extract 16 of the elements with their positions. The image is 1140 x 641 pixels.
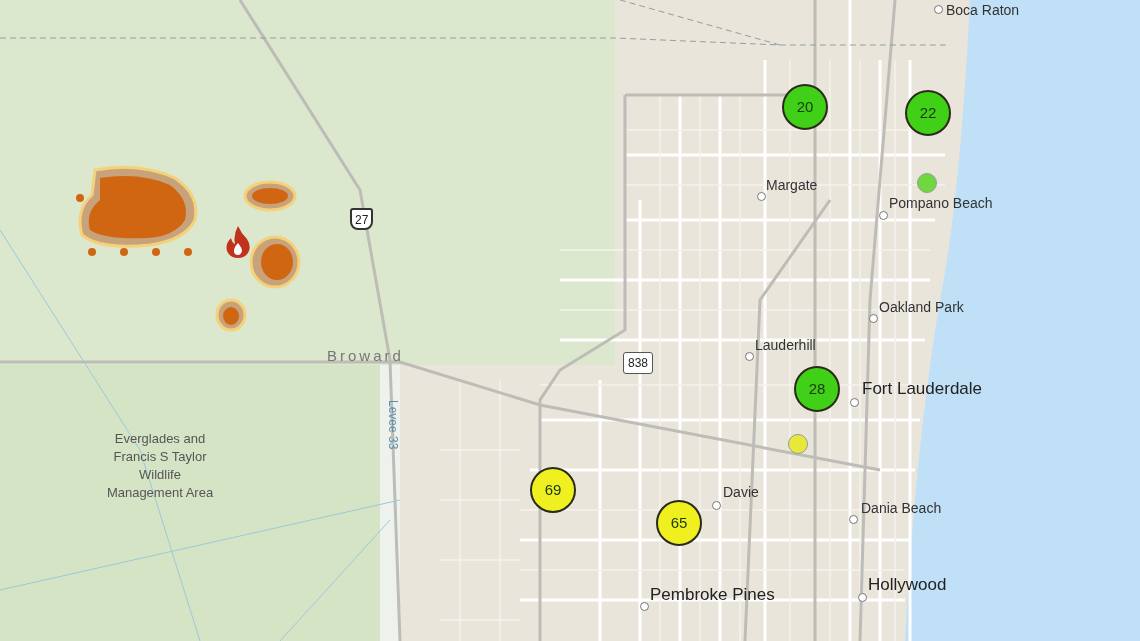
city-label: Fort Lauderdale (862, 378, 983, 400)
city-label: Pembroke Pines (650, 584, 775, 606)
city-label: Boca Raton (946, 1, 1020, 20)
county-label: Broward (327, 346, 404, 366)
flame-icon[interactable] (225, 225, 251, 259)
city-label: Hollywood (868, 574, 947, 596)
city-label: Lauderhill (755, 336, 816, 355)
city-label: Margate (766, 176, 818, 195)
area-label: Everglades and Francis S Taylor Wildlife Management Area (105, 430, 215, 502)
city-label: Dania Beach (861, 499, 942, 518)
waterway-label: Levee 33 (385, 400, 401, 450)
road-shield: 838 (623, 352, 654, 374)
city-label: Pompano Beach (889, 194, 993, 213)
road-shield: 27 (350, 208, 374, 230)
city-label: Oakland Park (879, 298, 964, 317)
city-label: Davie (723, 483, 759, 502)
